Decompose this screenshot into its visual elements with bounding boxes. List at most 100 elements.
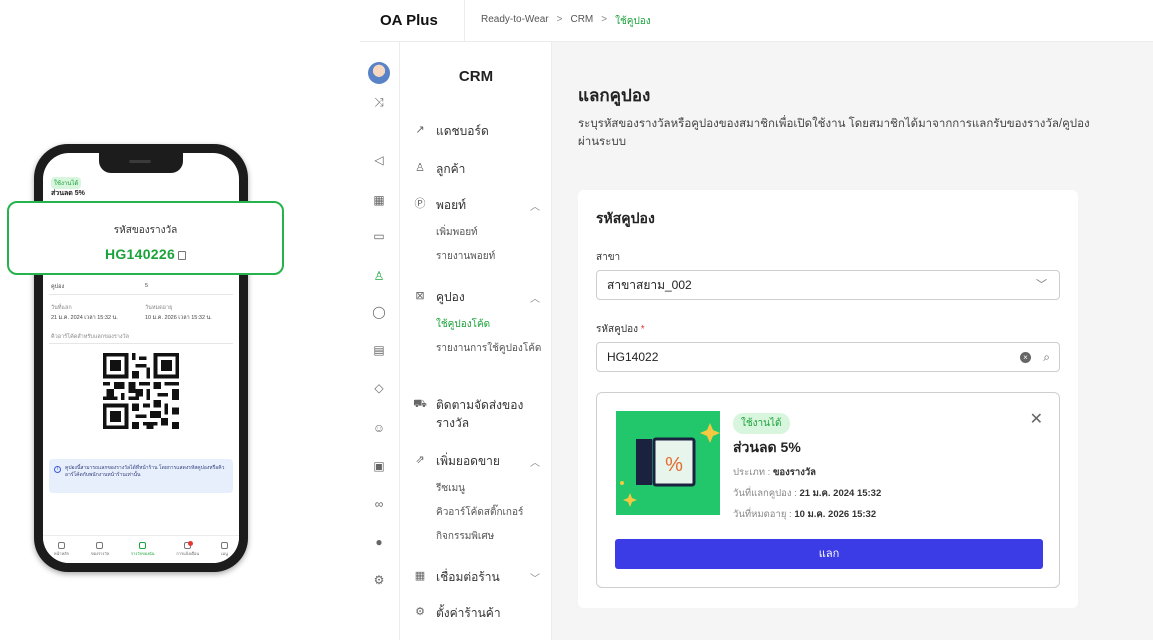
gear-icon: ⚙ <box>415 606 425 618</box>
link-icon[interactable]: ∞ <box>371 496 387 512</box>
bell-icon <box>184 541 194 549</box>
phone-tab-bar: หน้าหลัก ของรางวัล รางวัลของฉัน การแจ้งเ… <box>43 535 239 563</box>
coupon-code-card: รหัสคูปอง สาขา สาขาสยาม_002 ﹀ รหัสคูปอง … <box>578 190 1078 608</box>
phone-qr-caption: คิวอาร์โค้ดสำหรับแลกของรางวัล <box>51 334 130 340</box>
subnav-title: CRM <box>458 68 494 85</box>
chevron-up-icon: ︿ <box>530 202 540 213</box>
user-icon: ♙ <box>415 162 425 174</box>
point-icon: Ⓟ <box>414 198 426 210</box>
top-header: OA Plus Ready-to-Wear > CRM > ใช้คูปอง <box>360 0 1153 42</box>
breadcrumb-item[interactable]: Ready-to-Wear <box>481 14 549 29</box>
nav-customer[interactable]: ♙ ลูกค้า <box>412 160 548 179</box>
id-card-icon[interactable]: ▣ <box>371 458 387 474</box>
user-icon[interactable]: ◯ <box>371 304 387 320</box>
search-icon[interactable]: ⌕ <box>1043 343 1050 371</box>
brand-logo[interactable]: OA Plus <box>380 12 438 29</box>
coupon-code-label: รหัสคูปอง * <box>596 324 645 335</box>
page-title: แลกคูปอง <box>578 86 651 105</box>
nav-qr-sticker[interactable]: คิวอาร์โค้ดสติ๊กเกอร์ <box>436 506 548 521</box>
gift-icon <box>96 542 104 549</box>
nav-point[interactable]: Ⓟ พอยท์ ︿ <box>412 196 548 215</box>
home-icon <box>57 542 65 549</box>
reward-code-label: รหัสของรางวัล <box>113 225 178 236</box>
coupon-ticket-icon: % <box>616 411 720 515</box>
nav-coupon-use[interactable]: ใช้คูปองโค้ด <box>436 318 548 333</box>
icon-rail: ⤨ ◁ ▦ ▭ ♙ ◯ ▤ ◇ ☺ ▣ ∞ ● ⚙ <box>360 42 400 640</box>
phone-info-box: i คูปองนี้สามารถแลกของรางวัลได้ที่หน้าร้… <box>49 459 233 493</box>
card-title: รหัสคูปอง <box>596 210 655 226</box>
phone-qty-value: 5 <box>145 283 149 289</box>
phone-expire-label: วันหมดอายุ <box>145 305 173 311</box>
nav-connect[interactable]: ▦ เชื่อมต่อร้าน ﹀ <box>412 568 548 587</box>
tag-icon[interactable]: ◇ <box>371 380 387 396</box>
branch-select[interactable]: สาขาสยาม_002 ﹀ <box>596 270 1060 300</box>
phone-redeem-label: วันที่แลก <box>51 305 72 311</box>
avatar[interactable] <box>368 62 390 84</box>
bot-icon[interactable]: ☺ <box>371 420 387 436</box>
coupon-icon: ⊠ <box>415 290 425 302</box>
redeem-button[interactable]: แลก <box>615 539 1043 569</box>
table-icon[interactable]: ▤ <box>371 342 387 358</box>
reward-code-value: HG140226 <box>9 246 282 262</box>
phone-tab-my-rewards[interactable]: รางวัลของฉัน <box>131 542 155 557</box>
nav-point-report[interactable]: รายงานพอยท์ <box>436 250 548 265</box>
coupon-status-badge: ใช้งานได้ <box>733 413 790 434</box>
coupon-name: ส่วนลด 5% <box>733 439 801 455</box>
trend-icon: ⇗ <box>415 454 425 466</box>
phone-preview: ใช้งานได้ ส่วนลด 5% คูปอง 5 วันที่แลก วั… <box>0 0 360 640</box>
svg-text:%: % <box>665 454 683 476</box>
reward-code-card: รหัสของรางวัล HG140226 <box>7 201 284 275</box>
nav-point-add[interactable]: เพิ่มพอยท์ <box>436 226 548 241</box>
crm-subnav: CRM ↗ แดชบอร์ด ♙ ลูกค้า Ⓟ พอยท์ ︿ เพิ่มพอยท… <box>400 42 552 640</box>
info-icon: i <box>54 466 61 473</box>
phone-expire-value: 10 ม.ค. 2026 เวลา 15:32 น. <box>145 315 212 321</box>
nav-sales[interactable]: ⇗ เพิ่มยอดขาย ︿ <box>412 452 548 471</box>
phone-redeem-value: 21 ม.ค. 2024 เวลา 15:32 น. <box>51 315 118 321</box>
branch-label: สาขา <box>596 252 621 263</box>
close-icon[interactable]: ✕ <box>1030 409 1043 429</box>
phone-tab-home[interactable]: หน้าหลัก <box>54 542 69 557</box>
coupon-type: ประเภท : ของรางวัล <box>733 467 817 478</box>
nav-dashboard[interactable]: ↗ แดชบอร์ด <box>412 122 548 141</box>
qr-code-icon <box>103 353 179 429</box>
chevron-up-icon: ︿ <box>530 294 540 305</box>
breadcrumb-item[interactable]: CRM <box>570 14 593 29</box>
page-description: ระบุรหัสของรางวัลหรือคูปองของสมาชิกเพื่อ… <box>578 118 1090 148</box>
phone-info-text: คูปองนี้สามารถแลกของรางวัลได้ที่หน้าร้าน… <box>65 465 225 478</box>
coupon-result: % ใช้งานได้ ส่วนลด 5% ประเภท : ของรางวัล… <box>596 392 1060 588</box>
breadcrumb-current: ใช้คูปอง <box>615 16 651 27</box>
phone-tab-rewards[interactable]: ของรางวัล <box>91 542 109 557</box>
store-icon: ▦ <box>414 570 426 582</box>
phone-tab-notifications[interactable]: การแจ้งเตือน <box>176 541 199 557</box>
nav-coupon-report[interactable]: รายงานการใช้คูปองโค้ด <box>436 342 548 357</box>
gear-icon[interactable]: ⚙ <box>371 572 387 588</box>
megaphone-icon[interactable]: ◁ <box>371 152 387 168</box>
breadcrumb: Ready-to-Wear > CRM > ใช้คูปอง <box>481 14 651 29</box>
store-icon[interactable]: ▦ <box>371 192 387 208</box>
coupon-expire-date: วันที่หมดอายุ : 10 ม.ค. 2026 15:32 <box>733 509 877 520</box>
nav-activity[interactable]: กิจกรรมพิเศษ <box>436 530 548 545</box>
main-content: แลกคูปอง ระบุรหัสของรางวัลหรือคูปองของสม… <box>552 42 1153 640</box>
facebook-icon[interactable]: ● <box>371 534 387 550</box>
coupon-code-input[interactable]: HG14022 × ⌕ <box>596 342 1060 372</box>
chevron-up-icon: ︿ <box>530 458 540 469</box>
ticket-icon <box>139 542 147 549</box>
phone-tab-menu[interactable]: เมนู <box>221 542 229 557</box>
copy-icon[interactable] <box>178 251 187 260</box>
chevron-down-icon: ﹀ <box>1036 279 1047 291</box>
chat-icon[interactable]: ▭ <box>371 228 387 244</box>
truck-icon: ⛟ <box>413 398 427 410</box>
phone-qty-label: คูปอง <box>51 284 65 290</box>
shuffle-icon[interactable]: ⤨ <box>371 94 387 110</box>
nav-receipt[interactable]: รีซเมนู <box>436 482 548 497</box>
nav-settings[interactable]: ⚙ ตั้งค่าร้านค้า <box>412 604 548 623</box>
nav-tracking[interactable]: ⛟ ติดตามจัดส่งของรางวัล <box>412 396 548 432</box>
clear-icon[interactable]: × <box>1020 352 1031 363</box>
coupon-redeemed-date: วันที่แลกคูปอง : 21 ม.ค. 2024 15:32 <box>733 488 882 499</box>
crm-icon[interactable]: ♙ <box>371 268 387 284</box>
breadcrumb-separator: > <box>601 14 608 25</box>
breadcrumb-separator: > <box>556 14 563 25</box>
phone-coupon-title: ส่วนลด 5% <box>51 190 85 197</box>
nav-coupon[interactable]: ⊠ คูปอง ︿ <box>412 288 548 307</box>
chart-icon: ↗ <box>415 124 425 136</box>
